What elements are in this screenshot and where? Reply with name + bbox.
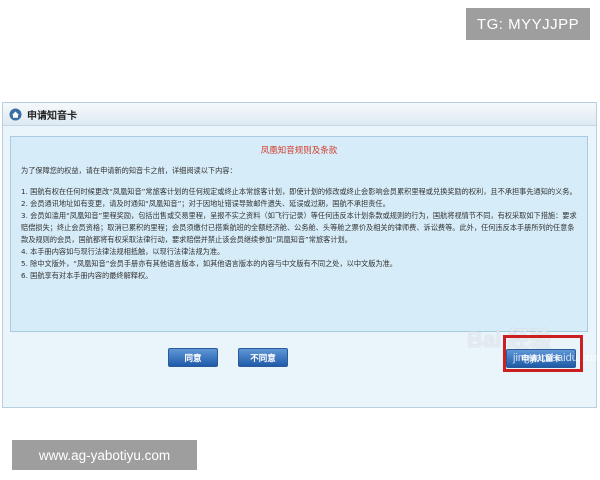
home-icon[interactable] <box>9 108 22 121</box>
terms-title: 凤凰知音规则及条款 <box>260 146 338 156</box>
disagree-button[interactable]: 不同意 <box>238 348 288 367</box>
site-watermark: www.ag-yabotiyu.com <box>12 440 197 470</box>
tg-watermark: TG: MYYJJPP <box>466 8 590 40</box>
panel-title: 申请知音卡 <box>27 110 77 122</box>
terms-item: 3. 会员如滥用“凤凰知音”里程奖励，包括出售或交易里程，呈报不实之资料（如飞行… <box>21 211 577 244</box>
terms-intro: 为了保障您的权益，请在申请新的知音卡之前，详细阅读以下内容： <box>21 166 237 175</box>
agree-button[interactable]: 同意 <box>168 348 218 367</box>
highlight-box <box>503 335 583 372</box>
terms-item: 4. 本手册内容如与现行法律法规相抵触，以现行法律法规为准。 <box>21 247 225 256</box>
terms-item: 5. 除中文版外，“凤凰知音”会员手册亦有其他语言版本，如其他语言版本的内容与中… <box>21 259 397 268</box>
terms-item: 1. 国航有权在任何时候更改“凤凰知音”常旅客计划的任何规定或终止本常旅客计划，… <box>21 187 577 196</box>
terms-item: 2. 会员通讯地址如有变更，请及时通知“凤凰知音”；对于因地址错误导致邮件遗失、… <box>21 199 390 208</box>
panel-header: 申请知音卡 <box>3 103 596 126</box>
terms-item: 6. 国航享有对本手册内容的最终解释权。 <box>21 271 153 280</box>
terms-box: 凤凰知音规则及条款 为了保障您的权益，请在申请新的知音卡之前，详细阅读以下内容：… <box>10 136 588 332</box>
